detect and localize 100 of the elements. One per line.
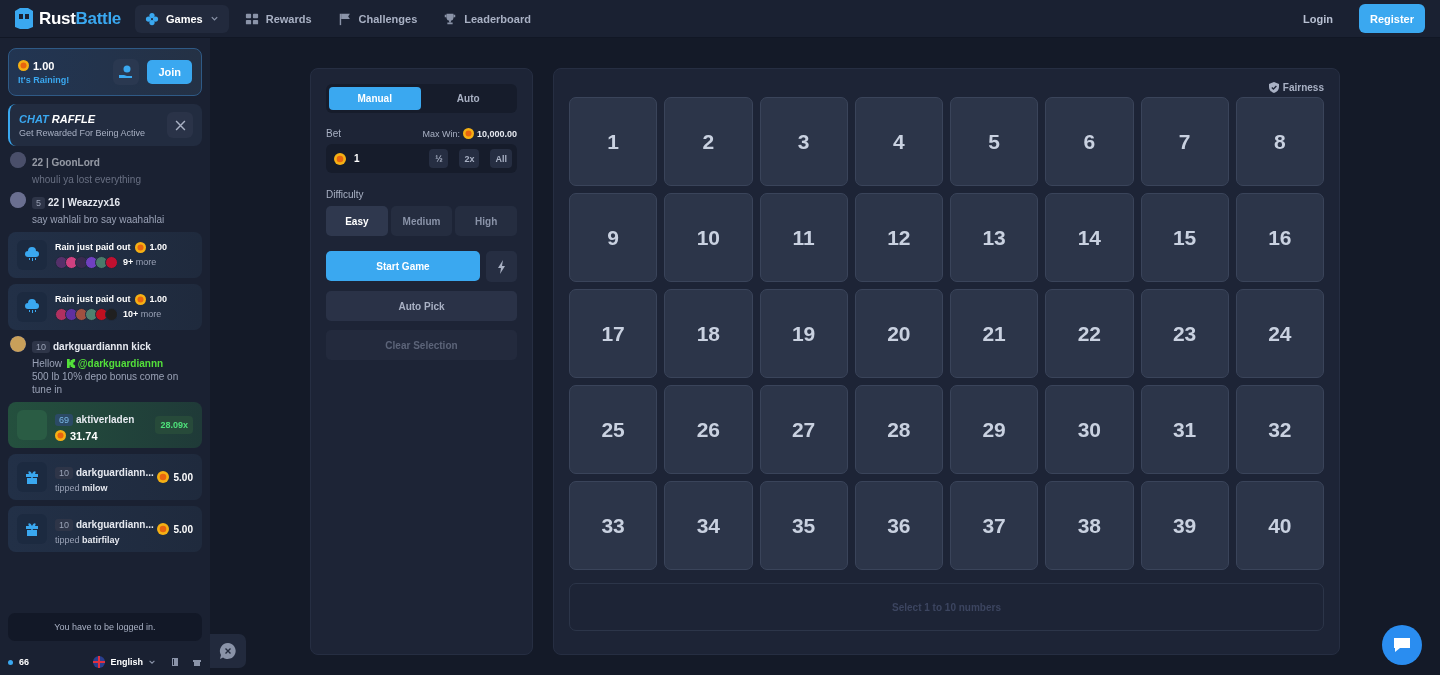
win-amount: 31.74 bbox=[70, 429, 98, 442]
number-tile[interactable]: 33 bbox=[569, 481, 658, 570]
number-tile[interactable]: 6 bbox=[1045, 97, 1134, 186]
flag-icon bbox=[337, 11, 352, 26]
level-badge: 10 bbox=[55, 518, 73, 531]
coin-icon bbox=[156, 523, 169, 535]
difficulty-option[interactable]: Easy bbox=[326, 206, 388, 236]
username[interactable]: aktiverladen bbox=[76, 413, 135, 425]
bet-input[interactable]: 1 ½ 2x All bbox=[326, 144, 517, 173]
number-tile[interactable]: 8 bbox=[1235, 97, 1324, 186]
number-tile[interactable]: 25 bbox=[569, 385, 658, 474]
more-count: 10+ more bbox=[123, 309, 162, 319]
nav-tab[interactable]: Rewards bbox=[234, 4, 322, 33]
number-tile[interactable]: 20 bbox=[854, 289, 943, 378]
chat-close-icon bbox=[219, 642, 237, 660]
number-tile[interactable]: 10 bbox=[664, 193, 753, 282]
number-tile[interactable]: 13 bbox=[950, 193, 1039, 282]
number-tile[interactable]: 23 bbox=[1140, 289, 1229, 378]
shield-icon bbox=[1268, 81, 1279, 93]
number-tile[interactable]: 30 bbox=[1045, 385, 1134, 474]
username[interactable]: darkguardiann... bbox=[76, 518, 154, 530]
number-tile[interactable]: 12 bbox=[854, 193, 943, 282]
support-chat-button[interactable] bbox=[1382, 625, 1422, 665]
number-tile[interactable]: 14 bbox=[1045, 193, 1134, 282]
number-tile[interactable]: 18 bbox=[664, 289, 753, 378]
nav-tab[interactable]: Challenges bbox=[327, 4, 428, 33]
bet-modifier-button[interactable]: ½ bbox=[429, 149, 449, 168]
level-badge: 5 bbox=[32, 197, 45, 209]
number-tile[interactable]: 17 bbox=[569, 289, 658, 378]
difficulty-option[interactable]: Medium bbox=[390, 206, 453, 236]
number-tile[interactable]: 22 bbox=[1045, 289, 1134, 378]
user-mention[interactable]: @darkguardiannn bbox=[77, 358, 164, 369]
level-badge: 10 bbox=[32, 341, 50, 353]
number-tile[interactable]: 16 bbox=[1235, 193, 1324, 282]
number-tile[interactable]: 36 bbox=[854, 481, 943, 570]
number-tile[interactable]: 34 bbox=[664, 481, 753, 570]
number-tile[interactable]: 4 bbox=[854, 97, 943, 186]
username[interactable]: 22 | GoonLord bbox=[32, 157, 100, 168]
number-tile[interactable]: 28 bbox=[854, 385, 943, 474]
tip-button[interactable] bbox=[113, 59, 140, 85]
avatar-group-drawing bbox=[55, 255, 117, 269]
number-tile[interactable]: 38 bbox=[1045, 481, 1134, 570]
bet-modifier-button[interactable]: All bbox=[490, 149, 512, 168]
number-tile[interactable]: 24 bbox=[1235, 289, 1324, 378]
raffle-title: CHAT RAFFLE bbox=[19, 112, 97, 125]
number-tile[interactable]: 21 bbox=[950, 289, 1039, 378]
chat-toggle-button[interactable] bbox=[210, 634, 246, 668]
rain-status: It's Raining! bbox=[18, 74, 71, 85]
cloud-icon bbox=[24, 247, 40, 263]
rain-label: Rain just paid out bbox=[55, 242, 131, 252]
number-tile[interactable]: 15 bbox=[1140, 193, 1229, 282]
number-tile[interactable]: 2 bbox=[664, 97, 753, 186]
nav-tab[interactable]: Leaderboard bbox=[433, 4, 541, 33]
number-tile[interactable]: 31 bbox=[1140, 385, 1229, 474]
username[interactable]: darkguardiannn kick bbox=[53, 341, 151, 352]
chat-message: say wahlali bro say waahahlai bbox=[32, 214, 165, 225]
fairness-link[interactable]: Fairness bbox=[1268, 79, 1324, 95]
coin-icon bbox=[18, 60, 29, 71]
coin-icon bbox=[334, 152, 346, 165]
username[interactable]: darkguardiann... bbox=[76, 466, 154, 478]
number-tile[interactable]: 9 bbox=[569, 193, 658, 282]
number-tile[interactable]: 3 bbox=[759, 97, 848, 186]
bet-label: Bet bbox=[326, 128, 341, 139]
avatar-icon bbox=[10, 336, 26, 352]
number-tile[interactable]: 26 bbox=[664, 385, 753, 474]
number-tile[interactable]: 1 bbox=[569, 97, 658, 186]
multiplier-badge: 28.09x bbox=[155, 416, 193, 434]
nav-tab[interactable]: Games bbox=[135, 4, 229, 33]
clover-icon bbox=[145, 11, 159, 26]
number-tile[interactable]: 29 bbox=[950, 385, 1039, 474]
book-icon[interactable] bbox=[170, 657, 180, 667]
language-selector[interactable]: English bbox=[93, 656, 156, 668]
auto-pick-button[interactable]: Auto Pick bbox=[326, 291, 517, 321]
instant-button[interactable] bbox=[486, 251, 517, 282]
rain-amount: 1.00 bbox=[33, 59, 55, 72]
number-tile[interactable]: 37 bbox=[950, 481, 1039, 570]
number-tile[interactable]: 27 bbox=[759, 385, 848, 474]
difficulty-option[interactable]: High bbox=[455, 206, 517, 236]
mode-tab[interactable]: Auto bbox=[422, 87, 514, 110]
max-win-value: 10,000.00 bbox=[476, 128, 517, 139]
username[interactable]: 22 | Weazzyx16 bbox=[48, 197, 121, 208]
number-tile[interactable]: 19 bbox=[759, 289, 848, 378]
cloud-icon bbox=[24, 299, 40, 315]
number-tile[interactable]: 32 bbox=[1235, 385, 1324, 474]
chat-message: 500 lb 10% depo bonus come on tune in bbox=[32, 370, 180, 396]
close-button[interactable] bbox=[167, 112, 193, 138]
grid-icon bbox=[244, 11, 259, 26]
bet-modifier-button[interactable]: 2x bbox=[459, 149, 480, 168]
login-notice: You have to be logged in. bbox=[8, 613, 202, 641]
number-tile[interactable]: 40 bbox=[1235, 481, 1324, 570]
login-button[interactable]: Login bbox=[1297, 11, 1339, 26]
number-tile[interactable]: 35 bbox=[759, 481, 848, 570]
number-tile[interactable]: 39 bbox=[1140, 481, 1229, 570]
number-tile[interactable]: 5 bbox=[950, 97, 1039, 186]
raffle-subtitle: Get Rewarded For Being Active bbox=[19, 127, 147, 138]
logo-text[interactable]: RustBattle bbox=[39, 8, 121, 29]
number-tile[interactable]: 11 bbox=[759, 193, 848, 282]
avatar-icon bbox=[10, 152, 26, 168]
number-tile[interactable]: 7 bbox=[1140, 97, 1229, 186]
level-badge: 69 bbox=[55, 413, 73, 426]
